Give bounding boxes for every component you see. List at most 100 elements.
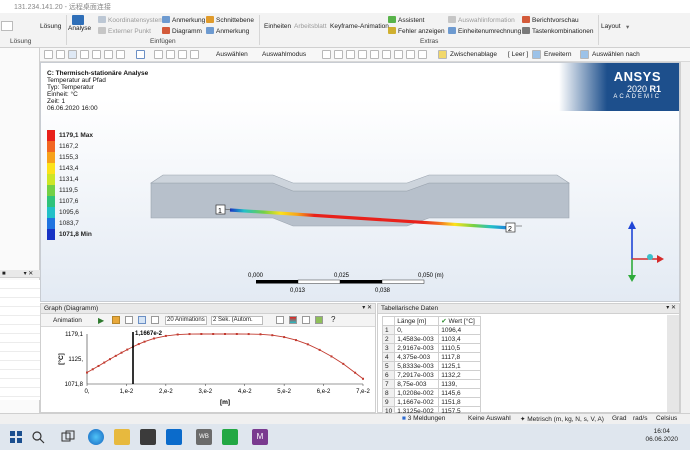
graphics-viewport[interactable]: C: Thermisch-stationäre Analyse Temperat… [40,62,680,302]
zoom-icon[interactable] [68,50,77,59]
table-row[interactable]: 4 4,375e-003 1117,8 [381,352,482,362]
table-col-length[interactable]: Länge [m] [394,316,440,326]
pause-icon[interactable] [112,316,120,324]
filter3-icon[interactable] [346,50,355,59]
table-row[interactable]: 7 8,75e-003 1139, [381,379,482,389]
table-pane-close-icon[interactable]: ▾ ✕ [666,304,676,311]
diagramm-button[interactable]: Diagramm [172,28,202,35]
prev-view-icon[interactable] [116,50,125,59]
pan-icon[interactable] [56,50,65,59]
more-options-icon[interactable]: ? [331,315,335,324]
filter5-icon[interactable] [370,50,379,59]
analyse-button[interactable]: Analyse [68,25,91,32]
loesung-button[interactable]: Lösung [40,23,61,30]
koordsys-button[interactable]: Koordinatensystem [108,17,164,24]
extend-icon[interactable] [532,50,541,59]
tastenkomb-button[interactable]: Tastenkombinationen [532,28,593,35]
zwischenablage-button[interactable]: Zwischenablage [450,51,497,58]
fit-icon[interactable] [92,50,101,59]
analyse-icon[interactable] [72,15,84,25]
workbench-icon[interactable]: WB [196,429,212,445]
table-row[interactable]: 1 0, 1096,4 [381,325,482,335]
file-explorer-icon[interactable] [114,429,130,445]
rotate-icon[interactable] [136,50,145,59]
filter7-icon[interactable] [394,50,403,59]
auswaehlen-button[interactable]: Auswählen [216,51,248,58]
frame-prev-icon[interactable] [125,316,133,324]
error-icon [388,27,396,34]
value-cell: 1139, [438,379,482,389]
einheitenumr-button[interactable]: Einheitenumrechnung [458,28,521,35]
table-row[interactable]: 9 1,1667e-002 1151,8 [381,397,482,407]
excel-icon[interactable] [222,429,238,445]
solve-icon[interactable] [1,21,13,31]
table-row[interactable]: 6 7,2917e-003 1132,2 [381,370,482,380]
store-icon[interactable] [140,429,156,445]
auswahlinfo-button[interactable]: Auswahlinformation [458,17,515,24]
anmerkung2-button[interactable]: Anmerkung [216,28,249,35]
row-index: 8 [381,388,396,398]
magnifier-icon[interactable] [104,50,113,59]
table-row[interactable]: 8 1,0208e-002 1145,6 [381,388,482,398]
edge-browser-icon[interactable] [88,429,104,445]
schnittebene-button[interactable]: Schnittebene [216,17,254,24]
berichtvorschau-button[interactable]: Berichtvorschau [532,17,579,24]
anmerkung-button[interactable]: Anmerkung [172,17,205,24]
right-scrollbar[interactable] [680,62,690,413]
select-edge-icon[interactable] [178,50,187,59]
export-icon[interactable] [302,316,310,324]
triad-ball[interactable] [647,254,653,260]
windows-start-icon[interactable] [8,429,24,445]
length-cell: 8,75e-003 [394,379,440,389]
frame-next-icon[interactable] [138,316,146,324]
temperature-chart[interactable]: 1179,1 1125, 1071,80, 1,e-2 2,e-2 3,e-2 4,e-2 5… [41,328,375,412]
legend-toggle-icon[interactable] [289,316,297,324]
graph-pane-close-icon[interactable]: ▾ ✕ [362,304,372,311]
select-icon[interactable] [44,50,53,59]
loop-icon[interactable] [151,316,159,324]
table-row[interactable]: 2 1,4583e-003 1103,4 [381,334,482,344]
arbeitsblatt-button[interactable]: Arbeitsblatt [294,23,327,30]
select-body-icon[interactable] [190,50,199,59]
table-row[interactable]: 5 5,8333e-003 1125,1 [381,361,482,371]
task-view-icon[interactable] [60,429,76,445]
mail-icon[interactable] [166,429,182,445]
data-point [97,364,100,367]
filter2-icon[interactable] [334,50,343,59]
data-table: Länge [m] ✔ Wert [°C] 1 0, 1096,4 2 1,4583e-… [381,316,482,425]
fehler-button[interactable]: Fehler anzeigen [398,28,445,35]
filter-icon[interactable] [322,50,331,59]
auswaehlen-nach-button[interactable]: Auswählen nach [592,51,640,58]
filter6-icon[interactable] [382,50,391,59]
erweitern-button[interactable]: Erweitern [544,51,571,58]
search-icon[interactable] [30,429,46,445]
select-point-icon[interactable] [154,50,163,59]
layout-dropdown-icon[interactable]: ▾ [626,23,629,31]
play-icon[interactable]: ▶ [98,316,104,325]
export-video-icon[interactable] [315,316,323,324]
clipboard-icon[interactable] [438,50,447,59]
einheiten-button[interactable]: Einheiten [264,23,291,30]
status-messages[interactable]: 3 Meldungen [408,415,446,422]
table-row[interactable]: 3 2,9167e-003 1110,5 [381,343,482,353]
status-units[interactable]: Metrisch (m, kg, N, s, V, A) [527,416,604,423]
animation-frames-select[interactable]: 20 Animations [165,316,207,325]
filter9-icon[interactable] [418,50,427,59]
data-point [103,361,106,364]
filter4-icon[interactable] [358,50,367,59]
auswahlmodus-button[interactable]: Auswahlmodus [262,51,306,58]
zoom-fit-icon[interactable] [276,316,284,324]
select-face-icon[interactable] [166,50,175,59]
scale-tick-b2: 0,038 [375,288,391,294]
assistent-button[interactable]: Assistent [398,17,424,24]
keyframe-button[interactable]: Keyframe-Animation [330,23,389,30]
filter8-icon[interactable] [406,50,415,59]
layout-button[interactable]: Layout [601,23,621,30]
select-by-icon[interactable] [580,50,589,59]
zoom-box-icon[interactable] [80,50,89,59]
mechanical-icon[interactable]: M [252,429,268,445]
ext-punkt-button[interactable]: Externer Punkt [108,28,151,35]
animation-duration-select[interactable]: 2 Sek. (Autom. [211,316,263,325]
table-col-value[interactable]: ✔ Wert [°C] [438,316,482,326]
clock[interactable]: 16:04 06.06.2020 [645,428,678,444]
